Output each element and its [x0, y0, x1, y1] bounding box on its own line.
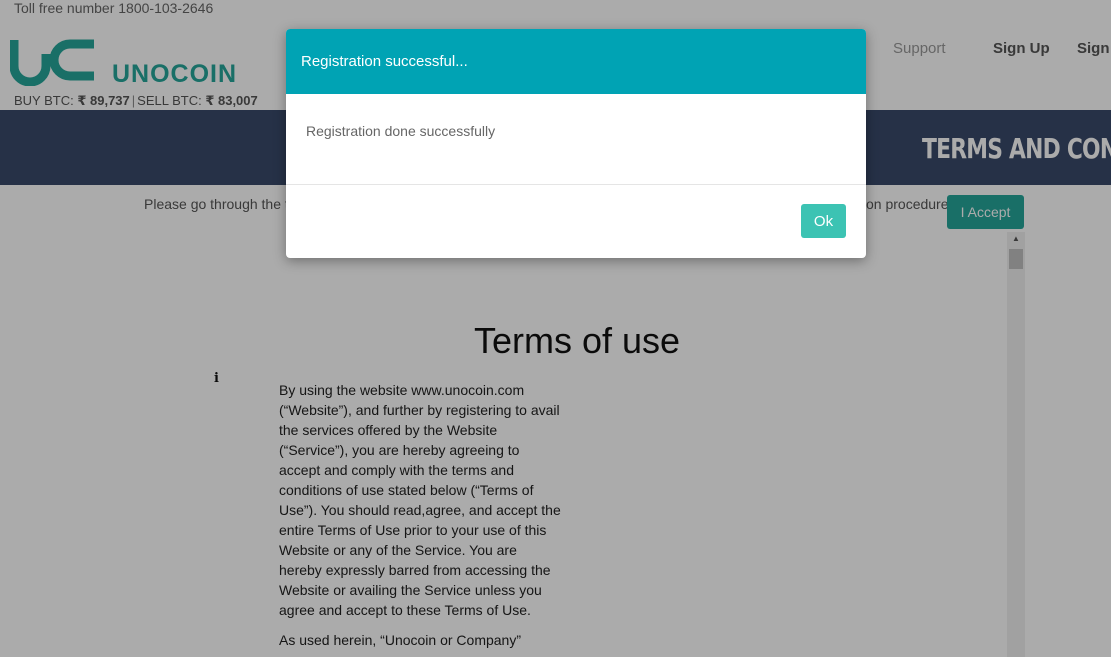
modal-message: Registration done successfully	[306, 123, 496, 139]
registration-success-modal: Registration successful... Registration …	[286, 29, 866, 258]
modal-body: Registration done successfully	[286, 94, 866, 185]
modal-title: Registration successful...	[301, 53, 468, 70]
ok-button[interactable]: Ok	[801, 204, 846, 238]
modal-header: Registration successful...	[286, 29, 866, 94]
